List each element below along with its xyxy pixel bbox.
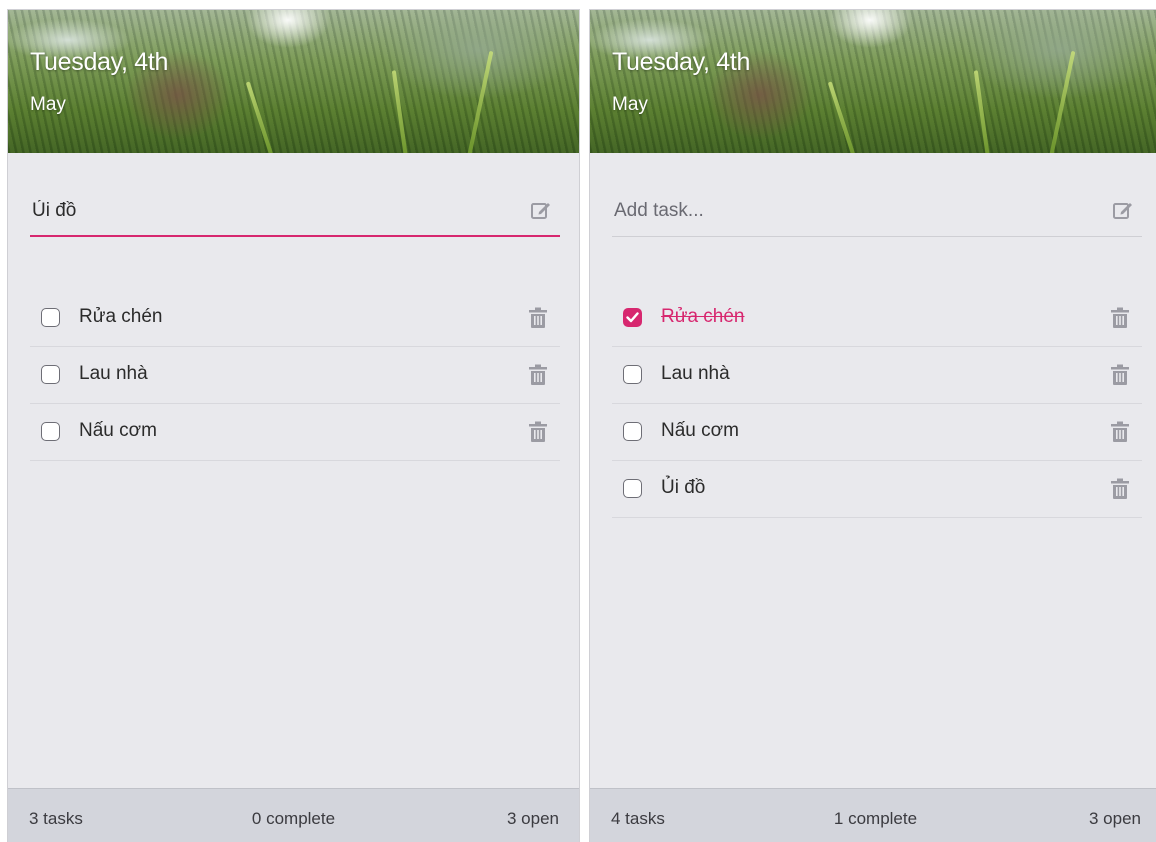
grass-blade [973,70,991,153]
task-label: Lau nhà [79,363,148,384]
grass-blade [1048,50,1076,153]
grass-blade [391,70,409,153]
todo-panel-left: Tuesday, 4th May Rửa chén [7,9,580,842]
task-label: Lau nhà [661,363,730,384]
trash-icon[interactable] [1110,478,1130,500]
task-item: Rửa chén [612,290,1142,347]
header-banner: Tuesday, 4th May [8,10,579,153]
task-checkbox-checked[interactable] [623,308,642,327]
trash-icon[interactable] [528,364,548,386]
open-count: 3 open [507,809,559,828]
header-month: May [612,94,648,115]
trash-icon[interactable] [1110,307,1130,329]
task-list: Rửa chén Lau nhà [612,290,1142,518]
add-task-row [30,188,560,237]
task-item: Rửa chén [30,290,560,347]
header-month: May [30,94,66,115]
task-item: Ủi đồ [612,461,1142,518]
complete-count: 1 complete [833,809,918,828]
task-item: Lau nhà [30,347,560,404]
open-count: 3 open [1089,809,1141,828]
header-banner: Tuesday, 4th May [590,10,1156,153]
add-task-row [612,188,1142,237]
grass-blade [245,81,275,153]
edit-icon[interactable] [1112,199,1134,221]
task-checkbox[interactable] [41,365,60,384]
task-list: Rửa chén Lau nhà [30,290,560,461]
task-item: Nấu cơm [612,404,1142,461]
trash-icon[interactable] [528,307,548,329]
todo-panel-right: Tuesday, 4th May Rửa chén [589,9,1156,842]
task-checkbox[interactable] [623,365,642,384]
add-task-input[interactable] [612,188,1096,234]
task-label: Nấu cơm [79,420,157,441]
grass-blade [466,50,494,153]
task-label: Nấu cơm [661,420,739,441]
footer-stats: 3 tasks 0 complete 3 open [8,788,579,842]
task-checkbox[interactable] [623,479,642,498]
task-checkbox[interactable] [623,422,642,441]
task-item: Lau nhà [612,347,1142,404]
footer-stats: 4 tasks 1 complete 3 open [590,788,1156,842]
header-day: Tuesday, 4th [612,48,751,76]
trash-icon[interactable] [1110,364,1130,386]
task-checkbox[interactable] [41,422,60,441]
grass-blade [827,81,857,153]
trash-icon[interactable] [528,421,548,443]
task-label: Ủi đồ [661,477,706,498]
add-task-input[interactable] [30,188,514,234]
header-day: Tuesday, 4th [30,48,169,76]
edit-icon[interactable] [530,199,552,221]
task-item: Nấu cơm [30,404,560,461]
task-checkbox[interactable] [41,308,60,327]
checkmark-icon [626,312,639,323]
complete-count: 0 complete [251,809,336,828]
task-label: Rửa chén [79,306,163,327]
task-label: Rửa chén [661,306,745,327]
trash-icon[interactable] [1110,421,1130,443]
